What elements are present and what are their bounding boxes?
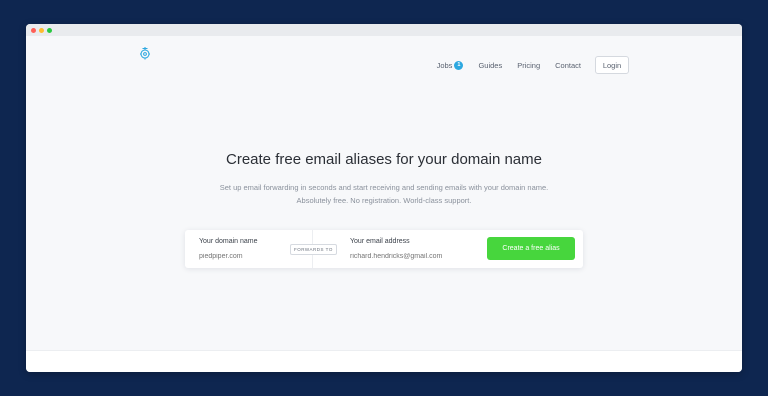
close-window-button[interactable]: [31, 27, 36, 33]
jobs-count-badge: 1: [454, 60, 464, 70]
main-nav: Jobs 1 Guides Pricing Contact Login: [437, 56, 629, 74]
hero-subtitle-line-2: Absolutely free. No registration. World-…: [296, 196, 472, 205]
footer-band: [26, 350, 742, 372]
hero-subtitle-line-1: Set up email forwarding in seconds and s…: [219, 183, 549, 192]
ship-wheel-icon[interactable]: [138, 46, 152, 60]
nav-pricing[interactable]: Pricing: [517, 61, 540, 70]
create-alias-button[interactable]: Create a free alias: [487, 237, 575, 260]
email-field-label: Your email address: [350, 238, 410, 245]
email-input[interactable]: [350, 253, 480, 260]
login-button[interactable]: Login: [595, 56, 629, 74]
nav-jobs-label: Jobs: [436, 60, 453, 70]
nav-guides[interactable]: Guides: [478, 61, 502, 70]
page-title: Create free email aliases for your domai…: [226, 151, 542, 168]
hero-subtitle: Set up email forwarding in seconds and s…: [26, 181, 742, 207]
forwards-to-tag: FORWARDS TO: [290, 244, 337, 255]
window-titlebar: [26, 24, 742, 36]
browser-window: Jobs 1 Guides Pricing Contact Login Crea…: [26, 24, 742, 372]
nav-guides-label: Guides: [478, 60, 503, 70]
nav-contact[interactable]: Contact: [555, 61, 581, 70]
email-field: Your email address: [350, 238, 480, 263]
nav-jobs[interactable]: Jobs 1: [436, 60, 464, 70]
minimize-window-button[interactable]: [39, 27, 44, 33]
maximize-window-button[interactable]: [47, 27, 52, 33]
alias-form: Your domain name FORWARDS TO Your email …: [185, 230, 583, 268]
nav-pricing-label: Pricing: [517, 60, 541, 70]
nav-contact-label: Contact: [555, 60, 581, 70]
